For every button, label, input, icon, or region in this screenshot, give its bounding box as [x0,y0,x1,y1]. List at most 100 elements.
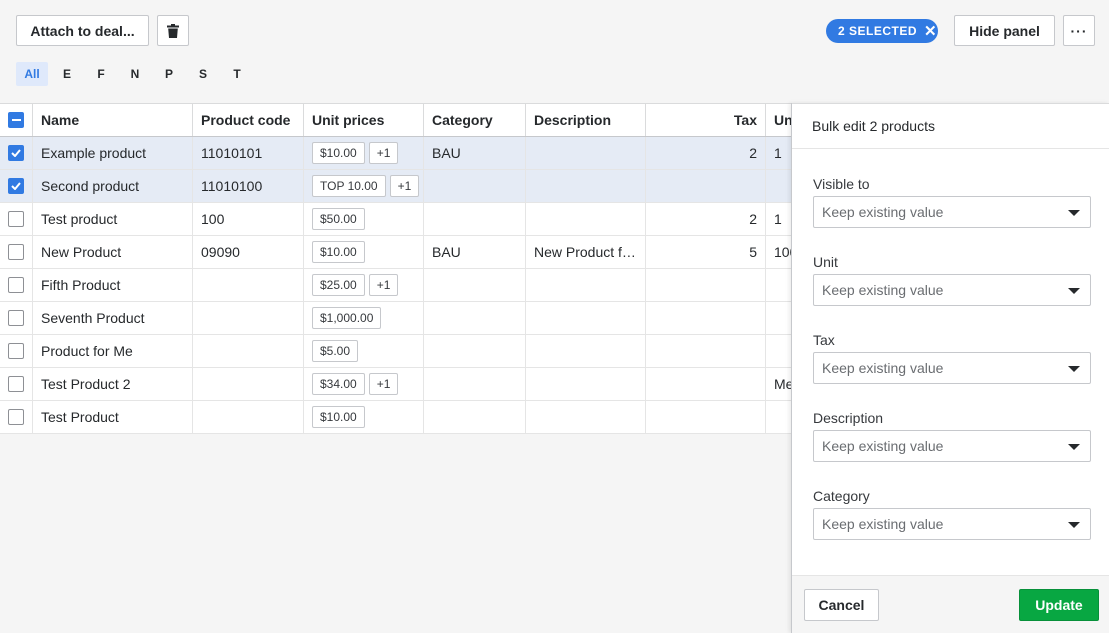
row-checkbox-cell [0,236,33,268]
cancel-button[interactable]: Cancel [804,589,879,621]
column-header-category[interactable]: Category [424,104,526,136]
product-name-cell[interactable]: Second product [33,170,193,202]
category-select[interactable]: Keep existing value [813,508,1091,540]
row-checkbox[interactable] [8,310,24,326]
checkmark-icon [11,182,21,190]
unit-prices-cell: $34.00 +1 [304,368,424,400]
filter-n[interactable]: N [118,62,152,86]
toolbar: Attach to deal... 2 SELECTED ✕ Hide pane… [0,0,1109,104]
more-options-button[interactable]: ··· [1063,15,1095,46]
description-cell [526,401,646,433]
visible-to-select-value: Keep existing value [822,204,944,220]
product-code-cell [193,269,304,301]
filter-t[interactable]: T [220,62,254,86]
products-table: Name Product code Unit prices Category D… [0,103,792,434]
column-header-name[interactable]: Name [33,104,193,136]
row-checkbox[interactable] [8,244,24,260]
tax-cell [646,269,766,301]
tax-cell: 2 [646,203,766,235]
row-checkbox[interactable] [8,409,24,425]
table-row[interactable]: Test Product $10.00 [0,401,792,434]
description-cell [526,335,646,367]
row-checkbox-cell [0,203,33,235]
visible-to-field: Visible to Keep existing value [813,175,1091,228]
price-tag: $34.00 [312,373,365,395]
product-name-cell[interactable]: Test Product [33,401,193,433]
category-cell [424,302,526,334]
update-button[interactable]: Update [1019,589,1099,621]
row-checkbox-cell [0,137,33,169]
letter-filter: All E F N P S T [16,62,254,86]
visible-to-label: Visible to [813,176,870,192]
more-prices-badge[interactable]: +1 [389,175,420,197]
product-name-cell[interactable]: Product for Me [33,335,193,367]
more-prices-badge[interactable]: +1 [368,373,399,395]
filter-all[interactable]: All [16,62,48,86]
visible-to-select[interactable]: Keep existing value [813,196,1091,228]
table-row[interactable]: Fifth Product $25.00 +1 [0,269,792,302]
product-name-cell[interactable]: Test Product 2 [33,368,193,400]
row-checkbox[interactable] [8,277,24,293]
product-name-cell[interactable]: Example product [33,137,193,169]
tax-cell: 2 [646,137,766,169]
unit-prices-cell: $10.00 +1 [304,137,424,169]
trash-icon [167,23,179,38]
unit-cell: 1 [774,211,782,227]
clear-selection-icon[interactable]: ✕ [924,22,937,40]
table-row[interactable]: Seventh Product $1,000.00 [0,302,792,335]
unit-prices-cell: $50.00 [304,203,424,235]
filter-s[interactable]: S [186,62,220,86]
table-row[interactable]: Second product 11010100 TOP 10.00 +1 [0,170,792,203]
bulk-edit-panel: Bulk edit 2 products Visible to Keep exis… [791,103,1109,633]
column-header-description[interactable]: Description [526,104,646,136]
filter-f[interactable]: F [84,62,118,86]
description-select[interactable]: Keep existing value [813,430,1091,462]
delete-button[interactable] [157,15,189,46]
more-prices-badge[interactable]: +1 [368,142,399,164]
tax-label: Tax [813,332,835,348]
product-name-cell[interactable]: Test product [33,203,193,235]
description-cell [526,269,646,301]
table-row[interactable]: Test product 100 $50.00 2 1 [0,203,792,236]
product-name-cell[interactable]: Fifth Product [33,269,193,301]
table-row[interactable]: Example product 11010101 $10.00 +1 BAU 2 1 [0,137,792,170]
selected-count-badge[interactable]: 2 SELECTED ✕ [826,19,938,43]
product-name-cell[interactable]: New Product [33,236,193,268]
table-row[interactable]: Product for Me $5.00 [0,335,792,368]
product-name-cell[interactable]: Seventh Product [33,302,193,334]
tax-field: Tax Keep existing value [813,331,1091,384]
chevron-down-icon [1068,444,1080,450]
row-checkbox-cell [0,335,33,367]
product-code-cell [193,302,304,334]
unit-cell [766,335,792,367]
row-checkbox[interactable] [8,145,24,161]
row-checkbox-cell [0,302,33,334]
table-row[interactable]: New Product 09090 $10.00 BAU New Product f… 5… [0,236,792,269]
attach-to-deal-button[interactable]: Attach to deal... [16,15,149,46]
description-select-value: Keep existing value [822,438,944,454]
product-code-cell: 100 [193,203,304,235]
unit-prices-cell: $10.00 [304,401,424,433]
tax-cell [646,335,766,367]
category-cell [424,401,526,433]
category-cell [424,368,526,400]
category-cell [424,203,526,235]
filter-e[interactable]: E [50,62,84,86]
unit-cell: 1 [774,145,782,161]
more-prices-badge[interactable]: +1 [368,274,399,296]
column-header-unit-prices[interactable]: Unit prices [304,104,424,136]
row-checkbox[interactable] [8,211,24,227]
hide-panel-button[interactable]: Hide panel [954,15,1055,46]
column-header-unit[interactable]: Un [766,104,792,136]
row-checkbox[interactable] [8,178,24,194]
table-row[interactable]: Test Product 2 $34.00 +1 Me [0,368,792,401]
column-header-product-code[interactable]: Product code [193,104,304,136]
row-checkbox[interactable] [8,343,24,359]
select-all-checkbox[interactable] [8,112,24,128]
column-header-tax[interactable]: Tax [646,104,766,136]
category-cell: BAU [424,137,526,169]
row-checkbox[interactable] [8,376,24,392]
filter-p[interactable]: P [152,62,186,86]
tax-select[interactable]: Keep existing value [813,352,1091,384]
unit-select[interactable]: Keep existing value [813,274,1091,306]
